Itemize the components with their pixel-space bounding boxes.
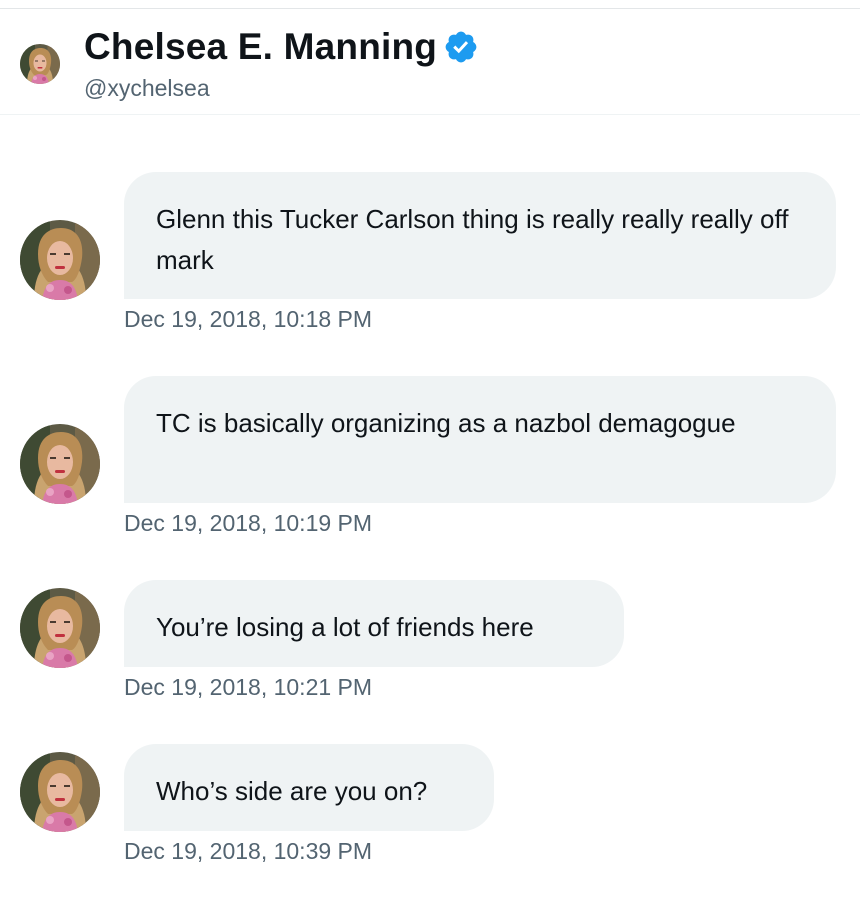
verified-badge-icon xyxy=(445,31,477,63)
message-avatar[interactable] xyxy=(20,752,100,832)
message-bubble[interactable]: Who’s side are you on? xyxy=(124,744,494,831)
message-avatar[interactable] xyxy=(20,220,100,300)
message-bubble[interactable]: You’re losing a lot of friends here xyxy=(124,580,624,667)
message-bubble[interactable]: TC is basically organizing as a nazbol d… xyxy=(124,376,836,503)
avatar-photo xyxy=(20,220,100,300)
message-bubble[interactable]: Glenn this Tucker Carlson thing is reall… xyxy=(124,172,836,299)
message-timestamp: Dec 19, 2018, 10:39 PM xyxy=(124,838,373,864)
avatar-photo xyxy=(20,424,100,504)
conversation-view: Chelsea E. Manning @xychelsea Glenn this… xyxy=(0,0,860,898)
avatar-photo xyxy=(20,44,60,84)
name-row: Chelsea E. Manning xyxy=(84,26,479,68)
message-avatar[interactable] xyxy=(20,424,100,504)
display-name[interactable]: Chelsea E. Manning xyxy=(84,26,437,68)
avatar-photo xyxy=(20,588,100,668)
avatar-photo xyxy=(20,752,100,832)
message-timestamp: Dec 19, 2018, 10:19 PM xyxy=(124,510,373,536)
conversation-header: Chelsea E. Manning @xychelsea xyxy=(0,9,860,115)
message-timestamp: Dec 19, 2018, 10:18 PM xyxy=(124,306,373,332)
message-timestamp: Dec 19, 2018, 10:21 PM xyxy=(124,674,373,700)
user-handle[interactable]: @xychelsea xyxy=(84,75,210,102)
header-avatar[interactable] xyxy=(20,44,60,84)
message-avatar[interactable] xyxy=(20,588,100,668)
